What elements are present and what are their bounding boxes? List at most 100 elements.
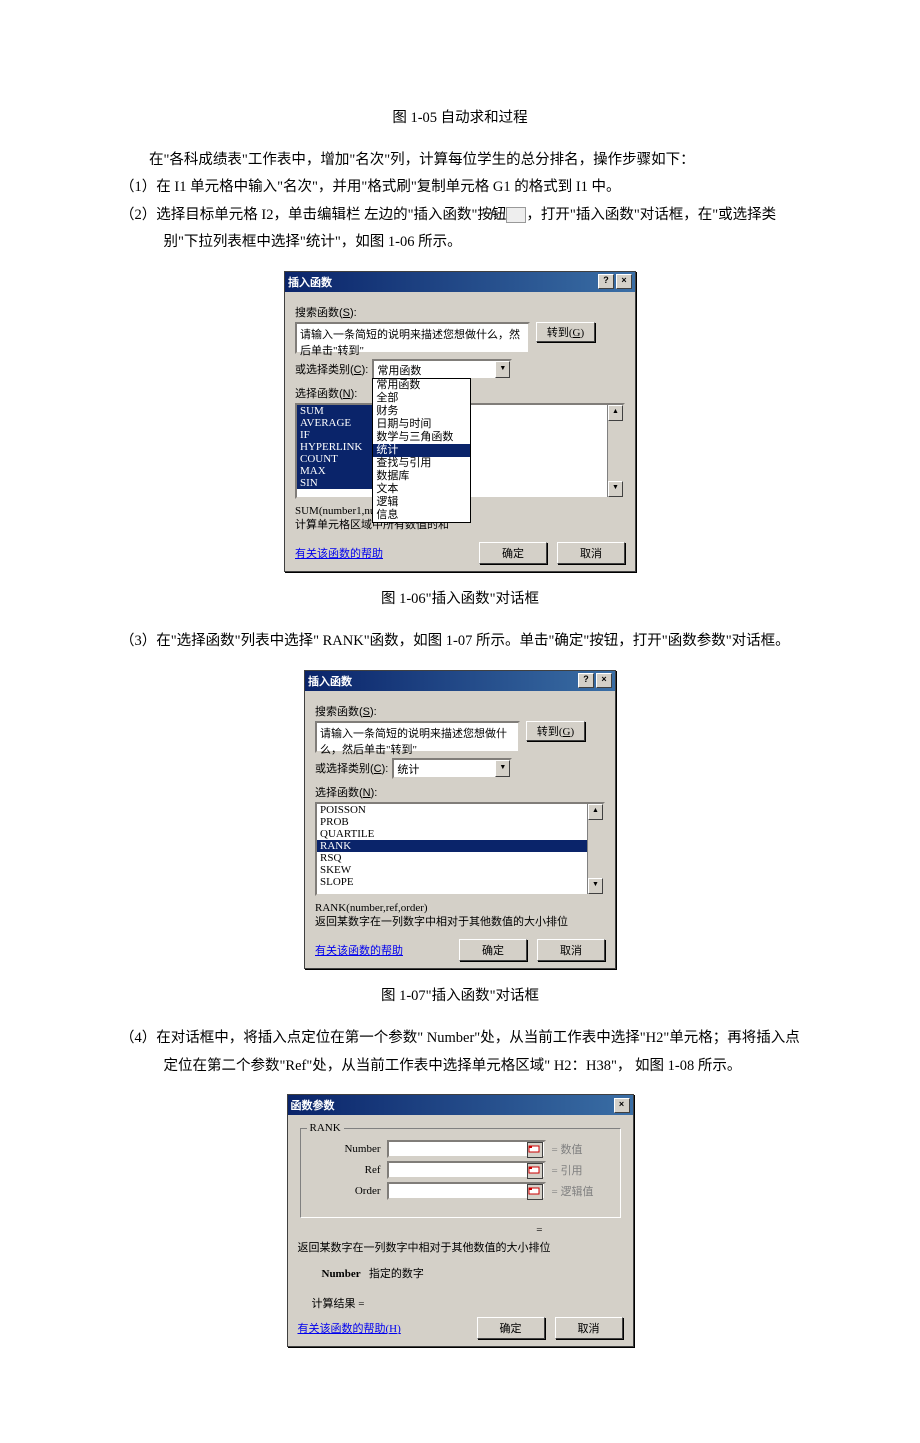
help-link[interactable]: 有关该函数的帮助(H): [298, 1320, 401, 1336]
list-item[interactable]: IF: [297, 429, 377, 441]
dropdown-option[interactable]: 查找与引用: [373, 457, 470, 470]
arg-description: Number 指定的数字: [322, 1265, 623, 1281]
search-input[interactable]: 请输入一条简短的说明来描述您想做什么，然后单击"转到": [315, 721, 520, 753]
search-label: 搜索函数(S):: [295, 304, 625, 320]
ref-edit-icon[interactable]: [527, 1142, 543, 1158]
ref-edit-icon[interactable]: [527, 1184, 543, 1200]
go-button[interactable]: 转到(G): [536, 322, 595, 342]
insert-function-dialog-2: 插入函数 ? × 搜索函数(S): 请输入一条简短的说明来描述您想做什么，然后单…: [304, 670, 616, 969]
dialog-title: 插入函数: [308, 673, 352, 689]
step-4: （4）在对话框中，将插入点定位在第一个参数" Number"处，从当前工作表中选…: [120, 1025, 800, 1080]
scroll-down-icon[interactable]: ▼: [588, 878, 603, 894]
group-legend: RANK: [307, 1122, 344, 1134]
help-button[interactable]: ?: [578, 673, 594, 688]
close-button[interactable]: ×: [614, 1098, 630, 1113]
list-item[interactable]: SIN: [297, 477, 377, 489]
param-hint: = 逻辑值: [552, 1183, 594, 1199]
list-item[interactable]: SLOPE: [317, 876, 603, 888]
search-input[interactable]: 请输入一条简短的说明来描述您想做什么，然后单击"转到": [295, 322, 530, 354]
param-row: Ref = 引用: [311, 1161, 610, 1179]
help-button[interactable]: ?: [598, 274, 614, 289]
insert-function-dialog-1: 插入函数 ? × 搜索函数(S): 请输入一条简短的说明来描述您想做什么，然后单…: [284, 271, 636, 572]
dropdown-option[interactable]: 全部: [373, 392, 470, 405]
dropdown-option[interactable]: 常用函数: [373, 379, 470, 392]
list-item[interactable]: QUARTILE: [317, 828, 603, 840]
scrollbar[interactable]: ▲▼: [587, 804, 603, 894]
rank-group: RANK Number= 数值Ref= 引用Order= 逻辑值: [300, 1128, 621, 1218]
select-func-label: 选择函数(N):: [315, 784, 605, 800]
go-button[interactable]: 转到(G): [526, 721, 585, 741]
close-button[interactable]: ×: [616, 274, 632, 289]
category-dropdown[interactable]: 常用函数全部财务日期与时间数学与三角函数统计查找与引用数据库文本逻辑信息: [372, 378, 471, 523]
cancel-button[interactable]: 取消: [557, 542, 625, 564]
step-3: （3）在"选择函数"列表中选择" RANK"函数，如图 1-07 所示。单击"确…: [120, 628, 800, 656]
list-item[interactable]: AVERAGE: [297, 417, 377, 429]
ref-edit-icon[interactable]: [527, 1163, 543, 1179]
help-link[interactable]: 有关该函数的帮助: [315, 942, 403, 958]
dropdown-option[interactable]: 数据库: [373, 470, 470, 483]
ok-button[interactable]: 确定: [477, 1317, 545, 1339]
fx-icon: fx: [506, 207, 526, 223]
param-label: Number: [311, 1143, 387, 1155]
function-args-dialog: 函数参数 × RANK Number= 数值Ref= 引用Order= 逻辑值 …: [287, 1094, 634, 1347]
intro-para: 在"各科成绩表"工作表中，增加"名次"列，计算每位学生的总分排名，操作步骤如下：: [120, 147, 800, 175]
titlebar[interactable]: 插入函数 ? ×: [305, 671, 615, 691]
step-1: （1）在 I1 单元格中输入"名次"，并用"格式刷"复制单元格 G1 的格式到 …: [120, 174, 800, 202]
equals-line: =: [298, 1224, 623, 1236]
scrollbar[interactable]: ▲▼: [607, 405, 623, 497]
param-row: Number = 数值: [311, 1140, 610, 1158]
scroll-up-icon[interactable]: ▲: [608, 405, 623, 421]
list-item[interactable]: POISSON: [317, 804, 603, 816]
param-hint: = 数值: [552, 1141, 583, 1157]
dropdown-option[interactable]: 文本: [373, 483, 470, 496]
param-input[interactable]: [387, 1161, 546, 1179]
list-item[interactable]: SKEW: [317, 864, 603, 876]
ok-button[interactable]: 确定: [479, 542, 547, 564]
list-item[interactable]: PROB: [317, 816, 603, 828]
list-item[interactable]: SUM: [297, 405, 377, 417]
param-input[interactable]: [387, 1140, 546, 1158]
close-button[interactable]: ×: [596, 673, 612, 688]
func-description: RANK(number,ref,order)返回某数字在一列数字中相对于其他数值…: [315, 901, 605, 929]
category-select[interactable]: 常用函数: [372, 359, 512, 380]
dropdown-option[interactable]: 日期与时间: [373, 418, 470, 431]
dropdown-option[interactable]: 数学与三角函数: [373, 431, 470, 444]
caption-1-07: 图 1-07"插入函数"对话框: [120, 983, 800, 1011]
dropdown-icon[interactable]: ▼: [495, 760, 510, 777]
param-hint: = 引用: [552, 1162, 583, 1178]
dropdown-icon[interactable]: ▼: [495, 361, 510, 378]
dropdown-option[interactable]: 逻辑: [373, 496, 470, 509]
titlebar[interactable]: 插入函数 ? ×: [285, 272, 635, 292]
function-listbox[interactable]: POISSONPROBQUARTILERANKRSQSKEWSLOPE▲▼: [315, 802, 605, 896]
caption-1-06: 图 1-06"插入函数"对话框: [120, 586, 800, 614]
param-label: Ref: [311, 1164, 387, 1176]
result-label: 计算结果 =: [312, 1295, 623, 1311]
caption-1-05: 图 1-05 自动求和过程: [120, 105, 800, 133]
dropdown-option[interactable]: 财务: [373, 405, 470, 418]
cancel-button[interactable]: 取消: [537, 939, 605, 961]
category-label: 或选择类别(C):: [295, 361, 368, 377]
param-input[interactable]: [387, 1182, 546, 1200]
list-item[interactable]: RSQ: [317, 852, 603, 864]
scroll-down-icon[interactable]: ▼: [608, 481, 623, 497]
scroll-up-icon[interactable]: ▲: [588, 804, 603, 820]
list-item[interactable]: COUNT: [297, 453, 377, 465]
dropdown-option[interactable]: 信息: [373, 509, 470, 522]
ok-button[interactable]: 确定: [459, 939, 527, 961]
category-select[interactable]: 统计: [392, 758, 512, 779]
step-2: （2）选择目标单元格 I2，单击编辑栏 左边的"插入函数"按钮fx，打开"插入函…: [120, 202, 800, 257]
help-link[interactable]: 有关该函数的帮助: [295, 545, 383, 561]
param-row: Order = 逻辑值: [311, 1182, 610, 1200]
dropdown-option[interactable]: 统计: [373, 444, 470, 457]
category-label: 或选择类别(C):: [315, 760, 388, 776]
dialog-title: 插入函数: [288, 274, 332, 290]
list-item[interactable]: RANK: [317, 840, 603, 852]
list-item[interactable]: MAX: [297, 465, 377, 477]
titlebar[interactable]: 函数参数 ×: [288, 1095, 633, 1115]
list-item[interactable]: HYPERLINK: [297, 441, 377, 453]
rank-description: 返回某数字在一列数字中相对于其他数值的大小排位: [298, 1241, 623, 1255]
dialog-title: 函数参数: [291, 1097, 335, 1113]
cancel-button[interactable]: 取消: [555, 1317, 623, 1339]
param-label: Order: [311, 1185, 387, 1197]
search-label: 搜索函数(S):: [315, 703, 605, 719]
